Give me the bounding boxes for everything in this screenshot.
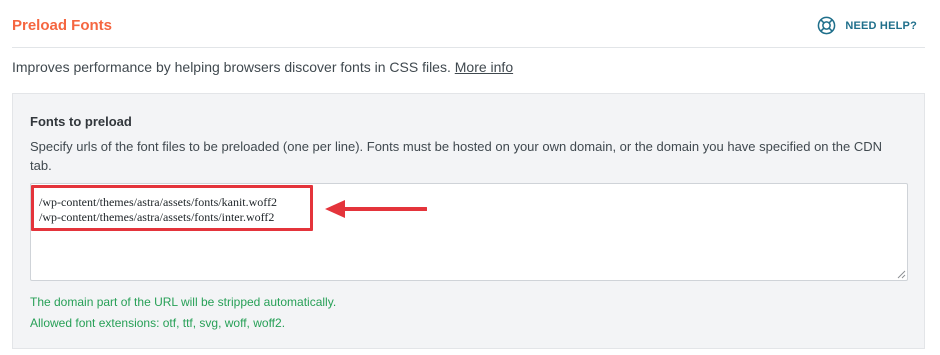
field-note: Allowed font extensions: otf, ttf, svg, …: [30, 316, 286, 330]
more-info-link[interactable]: More info: [455, 59, 513, 75]
field-label: Fonts to preload: [30, 114, 132, 129]
section-description: Improves performance by helping browsers…: [12, 59, 513, 75]
field-description: Specify urls of the font files to be pre…: [30, 139, 882, 173]
resize-grip-icon[interactable]: [896, 269, 906, 279]
font-url-line: /wp-content/themes/astra/assets/fonts/ka…: [39, 195, 278, 209]
section-title: Preload Fonts: [12, 17, 113, 34]
fonts-field-panel: Fonts to preload Specify urls of the fon…: [12, 93, 925, 349]
field-note: The domain part of the URL will be strip…: [30, 295, 337, 309]
section-description-text: Improves performance by helping browsers…: [12, 59, 451, 75]
textarea-content: /wp-content/themes/astra/assets/fonts/ka…: [39, 195, 277, 225]
need-help-label: NEED HELP?: [845, 19, 917, 32]
fonts-textarea[interactable]: /wp-content/themes/astra/assets/fonts/ka…: [30, 183, 908, 281]
font-url-line: /wp-content/themes/astra/assets/fonts/in…: [39, 210, 275, 224]
lifebuoy-icon: [817, 16, 836, 35]
settings-page: Preload Fonts NEED HELP? Improves perfor…: [0, 0, 940, 355]
need-help-button[interactable]: NEED HELP?: [817, 16, 917, 35]
section-header: Preload Fonts NEED HELP?: [12, 0, 925, 48]
